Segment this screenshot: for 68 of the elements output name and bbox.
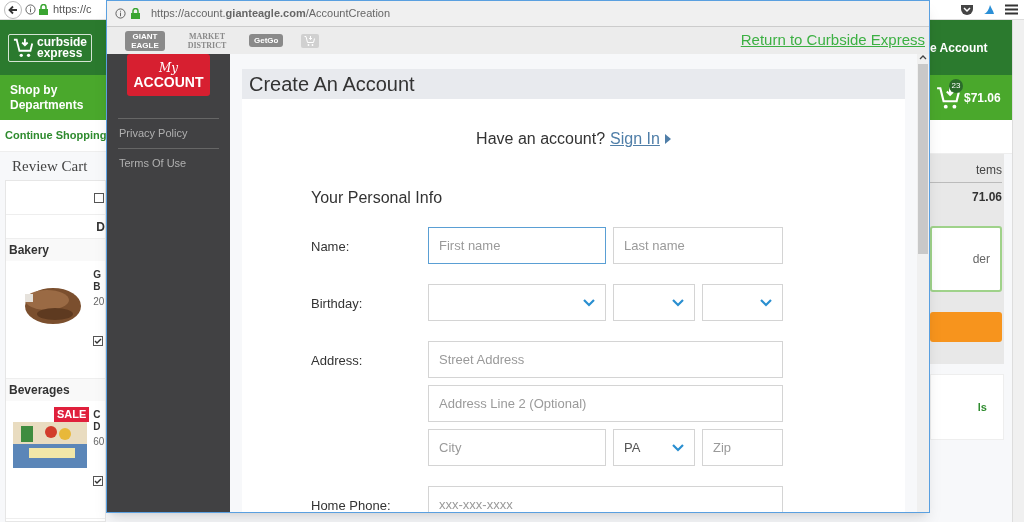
signin-link[interactable]: Sign In (610, 127, 660, 151)
lock-icon (39, 4, 48, 15)
pocket-icon[interactable] (961, 4, 973, 15)
cart-icon (13, 36, 35, 59)
brand-logo: GIANT EAGLE (125, 30, 165, 51)
signin-prompt: Have an account? (476, 129, 606, 149)
sale-badge: SALE (53, 407, 90, 422)
text-field[interactable]: Last name (613, 227, 783, 264)
brand-logo: GetGo (249, 34, 284, 47)
scrollbar[interactable] (1012, 20, 1024, 522)
logo-text: express (37, 47, 83, 59)
page-title: Review Cart (12, 156, 88, 176)
dropdown-field[interactable] (702, 284, 783, 321)
section-title: Your Personal Info (311, 188, 444, 208)
logo-text: ACCOUNT (133, 75, 204, 89)
info-icon (25, 4, 36, 15)
order-text: der (972, 251, 990, 268)
address-bar-text: https://account.gianteagle.com/AccountCreation (151, 6, 391, 22)
checkbox[interactable] (93, 336, 104, 346)
text-field[interactable]: First name (428, 227, 606, 264)
cart-total: $71.06 (964, 89, 1001, 107)
product-text: G (93, 269, 103, 281)
checkout-button[interactable] (930, 312, 1002, 342)
chevron-down-icon (583, 298, 595, 307)
product-text: 20 (93, 296, 105, 308)
text-field[interactable]: Zip (702, 429, 783, 466)
checkbox[interactable] (94, 192, 104, 203)
text-field[interactable]: xxx-xxx-xxxx (428, 486, 783, 512)
cart-count-badge: 23 (949, 78, 963, 93)
sidebar-link[interactable]: Privacy Policy (118, 119, 219, 148)
chevron-down-icon (672, 298, 684, 307)
field-label: Birthday: (311, 295, 364, 313)
scrollbar[interactable] (917, 54, 929, 512)
logo-text: curbside (37, 36, 87, 48)
info-icon (115, 8, 126, 19)
scrollbar-thumb[interactable] (918, 64, 928, 254)
logo-script-text: My (158, 61, 179, 75)
caret-right-icon (664, 134, 671, 144)
address-bar-text: https://c (53, 2, 92, 18)
category-heading: Beverages (9, 382, 70, 399)
summary-total: 71.06 (971, 189, 1002, 206)
scroll-up-icon[interactable] (919, 54, 927, 60)
menu-icon[interactable] (1005, 4, 1018, 15)
field-label: Home Phone: (311, 497, 392, 512)
product-text: 60 (93, 436, 105, 448)
category-heading: Bakery (9, 242, 50, 259)
dropdown-field[interactable]: PA (613, 429, 695, 466)
sidebar-link[interactable]: Terms Of Use (118, 148, 219, 177)
product-text: C (93, 409, 102, 421)
dropdown-field[interactable] (428, 284, 606, 321)
page-title: Create An Account (249, 72, 415, 97)
lock-icon (131, 8, 140, 19)
text-field[interactable]: City (428, 429, 606, 466)
text-field[interactable]: Street Address (428, 341, 783, 378)
dropdown-field[interactable] (613, 284, 695, 321)
product-text: B (93, 281, 102, 293)
chevron-down-icon (672, 443, 684, 452)
field-label: Address: (311, 352, 364, 370)
chevron-down-icon (760, 298, 772, 307)
text-field[interactable]: Address Line 2 (Optional) (428, 385, 783, 422)
field-label: Name: (311, 238, 351, 256)
checkbox[interactable] (93, 476, 104, 486)
column-header: D (96, 218, 105, 236)
return-link[interactable]: Return to Curbside Express (740, 29, 925, 52)
brand-logo: MARKET DISTRICT (186, 31, 228, 50)
product-text: D (93, 421, 102, 433)
arrow-left-icon (8, 4, 18, 15)
card-link[interactable]: ls (977, 398, 987, 416)
